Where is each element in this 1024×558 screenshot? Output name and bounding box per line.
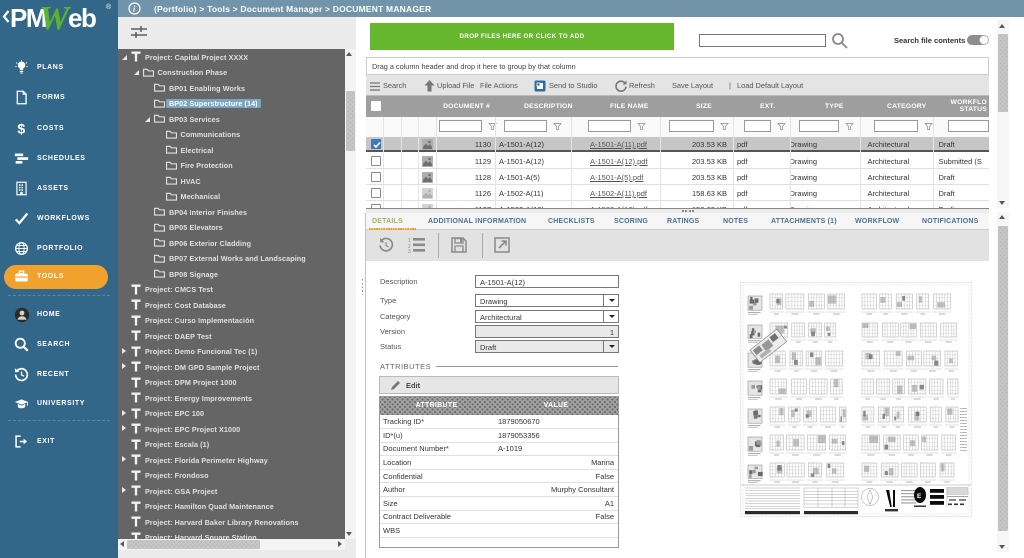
svg-text:i: i bbox=[133, 5, 136, 14]
svg-text:®: ® bbox=[106, 3, 112, 11]
svg-text:eb: eb bbox=[68, 3, 96, 33]
svg-text:E: E bbox=[917, 493, 922, 500]
svg-text:$: $ bbox=[17, 122, 25, 137]
svg-text:3: 3 bbox=[408, 249, 411, 253]
